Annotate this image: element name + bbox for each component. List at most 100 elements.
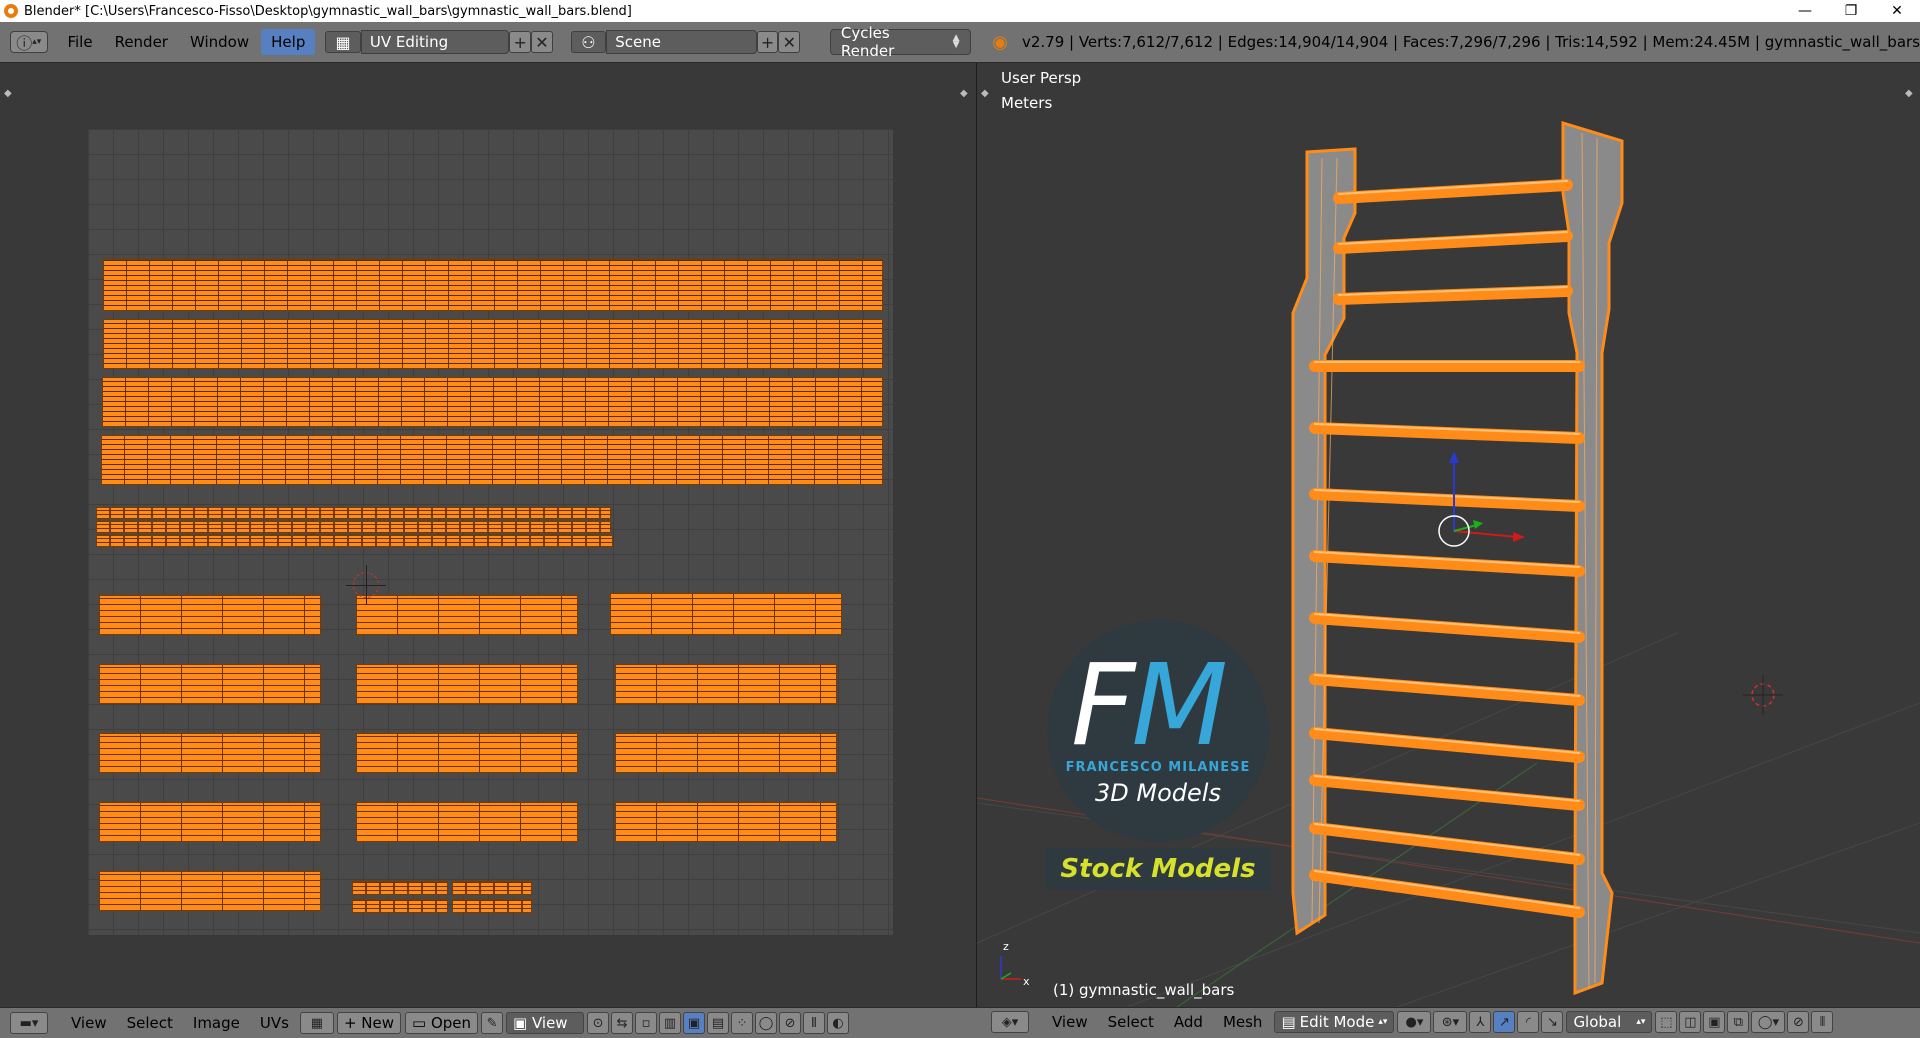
area-corner-icon[interactable]: ◆	[960, 88, 970, 99]
pivot-icon[interactable]: ⊙	[587, 1012, 610, 1034]
menu-help[interactable]: Help	[261, 29, 316, 55]
open-image-label: Open	[430, 1014, 472, 1032]
vp-menu-select[interactable]: Select	[1098, 1013, 1164, 1031]
screen-layout-field[interactable]: UV Editing	[360, 30, 510, 54]
wall-bars-mesh[interactable]	[1291, 120, 1624, 996]
3d-viewport[interactable]: ◆ ◆ User Persp Meters z x (1) gymnastic_…	[977, 63, 1920, 1007]
uv-view-label: View	[531, 1014, 568, 1032]
edge-select-icon[interactable]: ▥	[659, 1012, 682, 1034]
uv-editor-type-icon[interactable]: ▬▾	[10, 1012, 48, 1034]
folder-icon: ▭	[412, 1014, 431, 1032]
new-image-button[interactable]: + New	[336, 1012, 401, 1034]
uv-view-dropdown[interactable]: ▣ View	[506, 1012, 585, 1034]
watermark-monogram: FM	[1071, 641, 1228, 771]
minimize-button[interactable]: —	[1782, 0, 1828, 22]
sticky-mode-icon[interactable]: ⁘	[731, 1012, 754, 1034]
snap-element-icon[interactable]: ⊘	[1787, 1011, 1810, 1033]
snap-target-icon[interactable]: ⫴	[1811, 1011, 1834, 1033]
uv-island-rung[interactable]	[615, 733, 837, 773]
edge-mode-icon[interactable]: ◫	[1679, 1011, 1702, 1033]
close-button[interactable]: ✕	[1874, 0, 1920, 22]
image-browse-icon[interactable]: ▦	[299, 1012, 334, 1034]
pivot-point-icon[interactable]: ⊛▾	[1433, 1011, 1468, 1033]
scale-icon[interactable]: ↘	[1541, 1011, 1564, 1033]
add-scene-icon[interactable]: +	[756, 31, 779, 53]
island-select-icon[interactable]: ▤	[707, 1012, 730, 1034]
menu-window[interactable]: Window	[180, 29, 259, 55]
uv-island-rung[interactable]	[356, 595, 578, 635]
uv-island-strip[interactable]	[352, 899, 448, 913]
uv-island-strip[interactable]	[96, 535, 613, 547]
uv-island-rung[interactable]	[99, 595, 321, 635]
scene-statistics: v2.79 | Verts:7,612/7,612 | Edges:14,904…	[1021, 33, 1920, 51]
menu-render[interactable]: Render	[105, 29, 178, 55]
uv-island-rung[interactable]	[615, 664, 837, 704]
viewport-editor-type-icon[interactable]: ◈▾	[991, 1011, 1029, 1033]
proportional-editing-icon[interactable]: ◯▾	[1751, 1011, 1786, 1033]
uv-island-rung[interactable]	[615, 802, 837, 842]
uv-island-strip[interactable]	[96, 521, 611, 533]
uv-island-upright[interactable]	[101, 435, 883, 485]
shading-icon[interactable]: ●▾	[1397, 1011, 1432, 1033]
uv-island-strip[interactable]	[96, 507, 611, 519]
rotate-icon[interactable]: ◜	[1517, 1011, 1540, 1033]
open-image-button[interactable]: ▭ Open	[405, 1012, 479, 1034]
uv-island-rung[interactable]	[99, 733, 321, 773]
uv-canvas[interactable]	[88, 129, 893, 935]
2d-cursor-icon[interactable]	[346, 565, 386, 605]
translate-icon[interactable]: ↗	[1493, 1011, 1516, 1033]
uv-island-upright[interactable]	[103, 259, 883, 311]
pin-icon[interactable]: ✎	[481, 1012, 504, 1034]
render-engine-dropdown[interactable]: Cycles Render ▲ ▼	[829, 24, 971, 60]
orientation-label: Global	[1573, 1013, 1622, 1031]
uv-island-strip[interactable]	[452, 881, 532, 895]
sync-selection-icon[interactable]: ⇆	[611, 1012, 634, 1034]
vp-menu-mesh[interactable]: Mesh	[1213, 1013, 1273, 1031]
uv-island-rung[interactable]	[356, 802, 578, 842]
face-select-icon[interactable]: ▣	[683, 1012, 706, 1034]
vertex-select-icon[interactable]: ▫	[635, 1012, 658, 1034]
info-editor-type-icon[interactable]: ⓘ ▴▾	[10, 31, 48, 53]
uv-island-rung[interactable]	[99, 802, 321, 842]
uv-menu-select[interactable]: Select	[117, 1014, 183, 1032]
manipulator-icon[interactable]: ⅄	[1469, 1011, 1492, 1033]
bottom-headers: ▬▾ View Select Image UVs ▦ + New ▭ Open …	[0, 1007, 1920, 1038]
uv-island-strip[interactable]	[352, 881, 448, 895]
occlude-geometry-icon[interactable]: ⧉	[1727, 1011, 1750, 1033]
face-mode-icon[interactable]: ▣	[1703, 1011, 1726, 1033]
add-layout-icon[interactable]: +	[509, 31, 532, 53]
uv-menu-uvs[interactable]: UVs	[250, 1014, 299, 1032]
uv-island-rung[interactable]	[610, 593, 842, 635]
snap-icon[interactable]: ⊘	[779, 1012, 802, 1034]
screen-layout-icon[interactable]: ▦	[325, 31, 361, 53]
plus-icon: +	[343, 1014, 362, 1032]
uv-island-upright[interactable]	[103, 319, 883, 369]
uv-channel-icon[interactable]: ⫴	[803, 1012, 826, 1034]
axis-z-label: z	[1003, 940, 1009, 953]
maximize-button[interactable]: ❐	[1828, 0, 1874, 22]
uv-menu-image[interactable]: Image	[183, 1014, 250, 1032]
uv-menu-view[interactable]: View	[61, 1014, 117, 1032]
mode-dropdown[interactable]: ▤ Edit Mode ▴▾	[1274, 1011, 1395, 1033]
uv-island-strip[interactable]	[452, 899, 532, 913]
delete-layout-icon[interactable]: ✕	[531, 31, 553, 53]
orientation-dropdown[interactable]: Global ▴▾	[1566, 1011, 1653, 1033]
vp-menu-view[interactable]: View	[1042, 1013, 1098, 1031]
uv-island-rung[interactable]	[99, 664, 321, 704]
uv-island-upright[interactable]	[102, 377, 883, 427]
menu-file[interactable]: File	[57, 29, 102, 55]
window-title: Blender* [C:\Users\Francesco-Fisso\Deskt…	[24, 3, 632, 19]
uv-island-rung[interactable]	[356, 733, 578, 773]
uv-island-rung[interactable]	[99, 871, 321, 911]
vertex-mode-icon[interactable]: ⬚	[1655, 1011, 1678, 1033]
3d-cursor-icon[interactable]	[1743, 675, 1783, 715]
proportional-edit-icon[interactable]: ◯	[755, 1012, 778, 1034]
uv-island-rung[interactable]	[356, 664, 578, 704]
scene-field[interactable]: Scene	[606, 30, 757, 54]
scopes-icon[interactable]: ◐	[827, 1012, 850, 1034]
vp-menu-add[interactable]: Add	[1164, 1013, 1213, 1031]
uv-image-editor[interactable]: ◆ ◆	[0, 63, 977, 1007]
delete-scene-icon[interactable]: ✕	[778, 31, 801, 53]
area-corner-icon[interactable]: ◆	[4, 88, 14, 99]
scene-icon[interactable]: ⚇	[570, 31, 607, 53]
